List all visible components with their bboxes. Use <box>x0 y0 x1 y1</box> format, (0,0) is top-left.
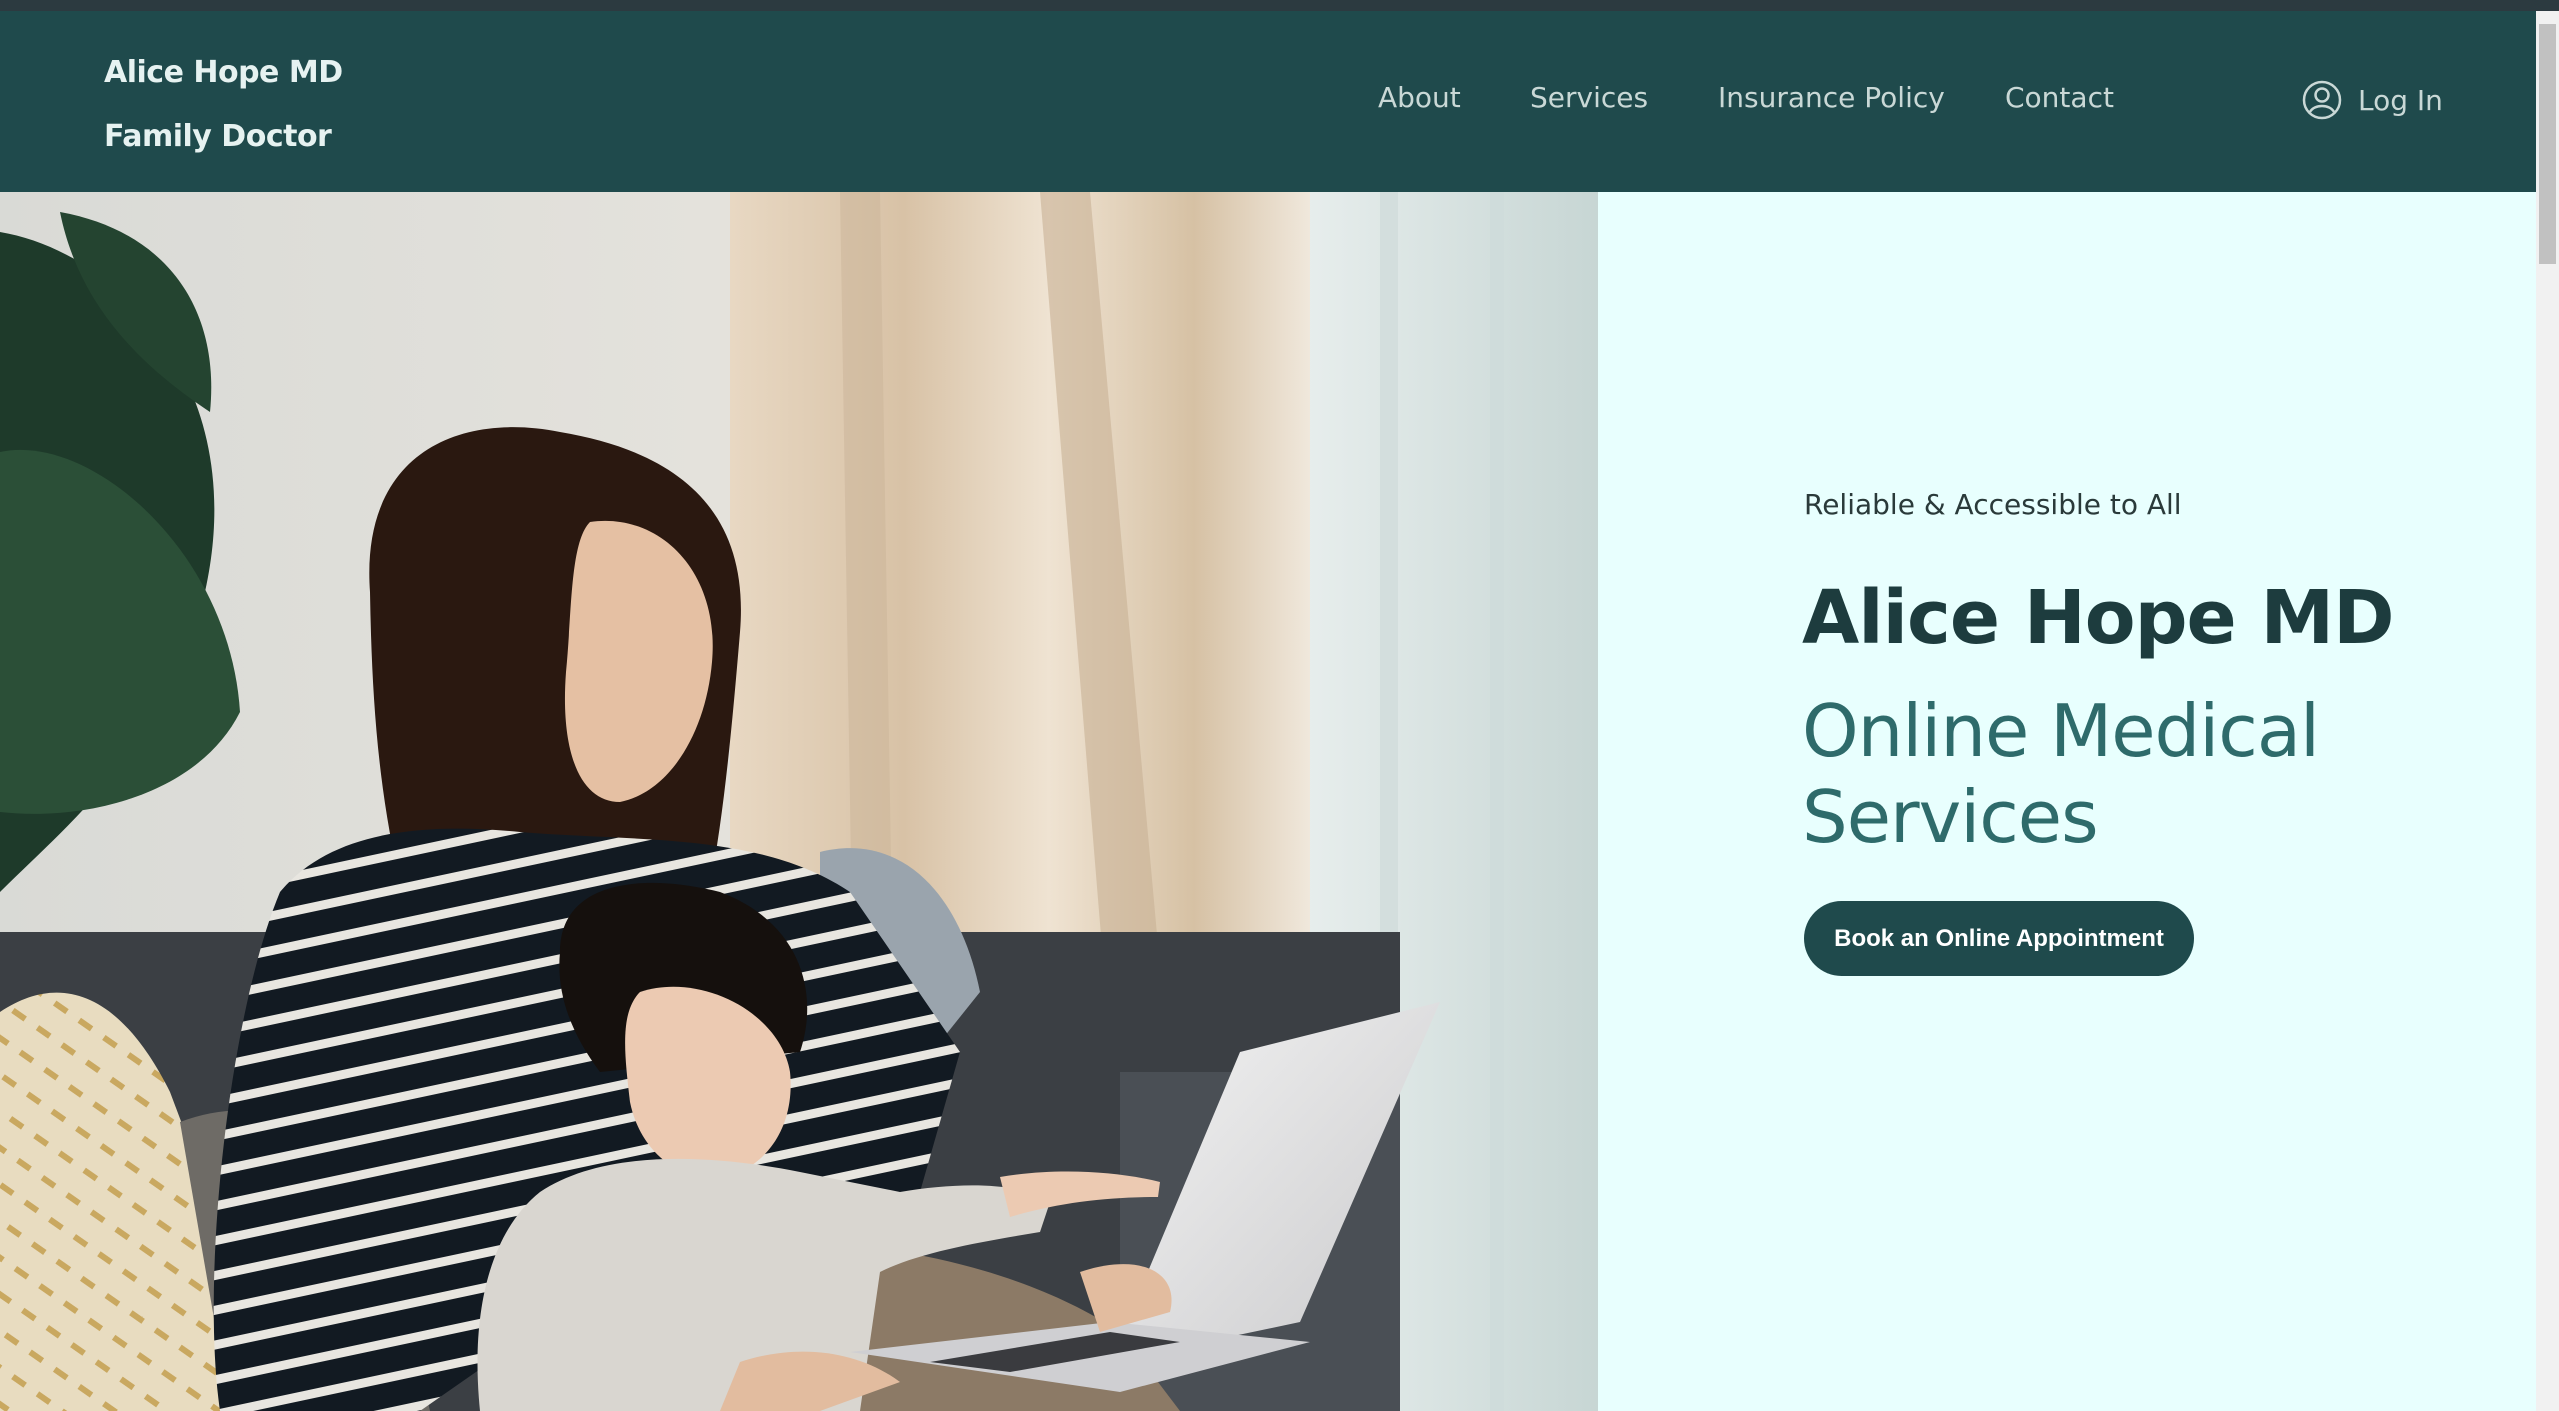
hero-subtitle: Online Medical Services <box>1802 689 2320 859</box>
nav-about[interactable]: About <box>1378 81 1461 114</box>
book-appointment-button[interactable]: Book an Online Appointment <box>1804 901 2194 976</box>
brand-subtitle: Family Doctor <box>104 119 332 154</box>
nav-contact[interactable]: Contact <box>2005 81 2114 114</box>
user-circle-icon <box>2302 80 2342 120</box>
nav-services[interactable]: Services <box>1530 81 1648 114</box>
brand-name: Alice Hope MD <box>104 55 343 90</box>
site-brand[interactable]: Alice Hope MD Family Doctor <box>104 41 343 169</box>
browser-top-strip <box>0 0 2559 11</box>
nav-insurance-policy[interactable]: Insurance Policy <box>1718 81 1945 114</box>
hero-image <box>0 192 1598 1411</box>
login-label: Log In <box>2358 83 2443 117</box>
login-button[interactable]: Log In <box>2302 80 2443 120</box>
hero-title: Alice Hope MD <box>1802 575 2395 661</box>
site-header: Alice Hope MD Family Doctor <box>0 11 2536 192</box>
hero-tagline: Reliable & Accessible to All <box>1804 488 2182 521</box>
scrollbar-thumb[interactable] <box>2539 24 2556 264</box>
